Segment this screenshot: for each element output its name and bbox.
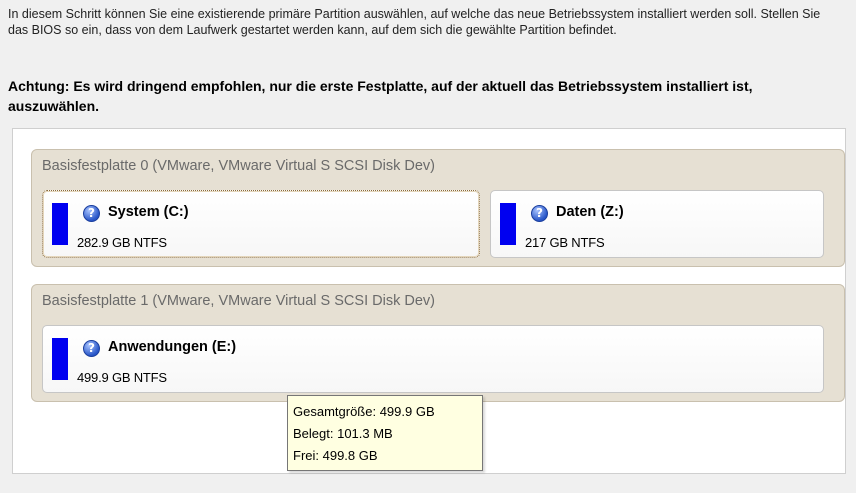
warning-text: Achtung: Es wird dringend empfohlen, nur…	[8, 78, 753, 114]
partition-name: System (C:)	[108, 204, 189, 220]
partition-bar	[52, 338, 68, 380]
partition-info: 499.9 GB NTFS	[77, 370, 167, 385]
tooltip-free: Frei: 499.8 GB	[293, 448, 378, 463]
partition-bar	[52, 203, 68, 245]
help-icon[interactable]: ?	[83, 205, 100, 222]
help-icon[interactable]: ?	[83, 340, 100, 357]
tooltip-total: Gesamtgröße: 499.9 GB	[293, 404, 435, 419]
partition-daten-z[interactable]: ? Daten (Z:) 217 GB NTFS	[490, 190, 824, 258]
partition-info: 282.9 GB NTFS	[77, 235, 167, 250]
partition-anwendungen-e[interactable]: ? Anwendungen (E:) 499.9 GB NTFS	[42, 325, 824, 393]
partition-info: 217 GB NTFS	[525, 235, 605, 250]
disk-group-1: Basisfestplatte 1 (VMware, VMware Virtua…	[31, 284, 845, 402]
partition-bar	[500, 203, 516, 245]
partition-system-c[interactable]: ? System (C:) 282.9 GB NTFS	[42, 190, 480, 258]
partition-name: Anwendungen (E:)	[108, 339, 237, 355]
disk-label: Basisfestplatte 1 (VMware, VMware Virtua…	[42, 293, 435, 309]
disk-group-0: Basisfestplatte 0 (VMware, VMware Virtua…	[31, 149, 845, 267]
instructions-text: In diesem Schritt können Sie eine existi…	[8, 7, 821, 37]
partition-tooltip: Gesamtgröße: 499.9 GB Belegt: 101.3 MB F…	[287, 395, 483, 471]
partition-name: Daten (Z:)	[556, 204, 624, 220]
tooltip-used: Belegt: 101.3 MB	[293, 426, 393, 441]
help-icon[interactable]: ?	[531, 205, 548, 222]
disk-label: Basisfestplatte 0 (VMware, VMware Virtua…	[42, 158, 435, 174]
